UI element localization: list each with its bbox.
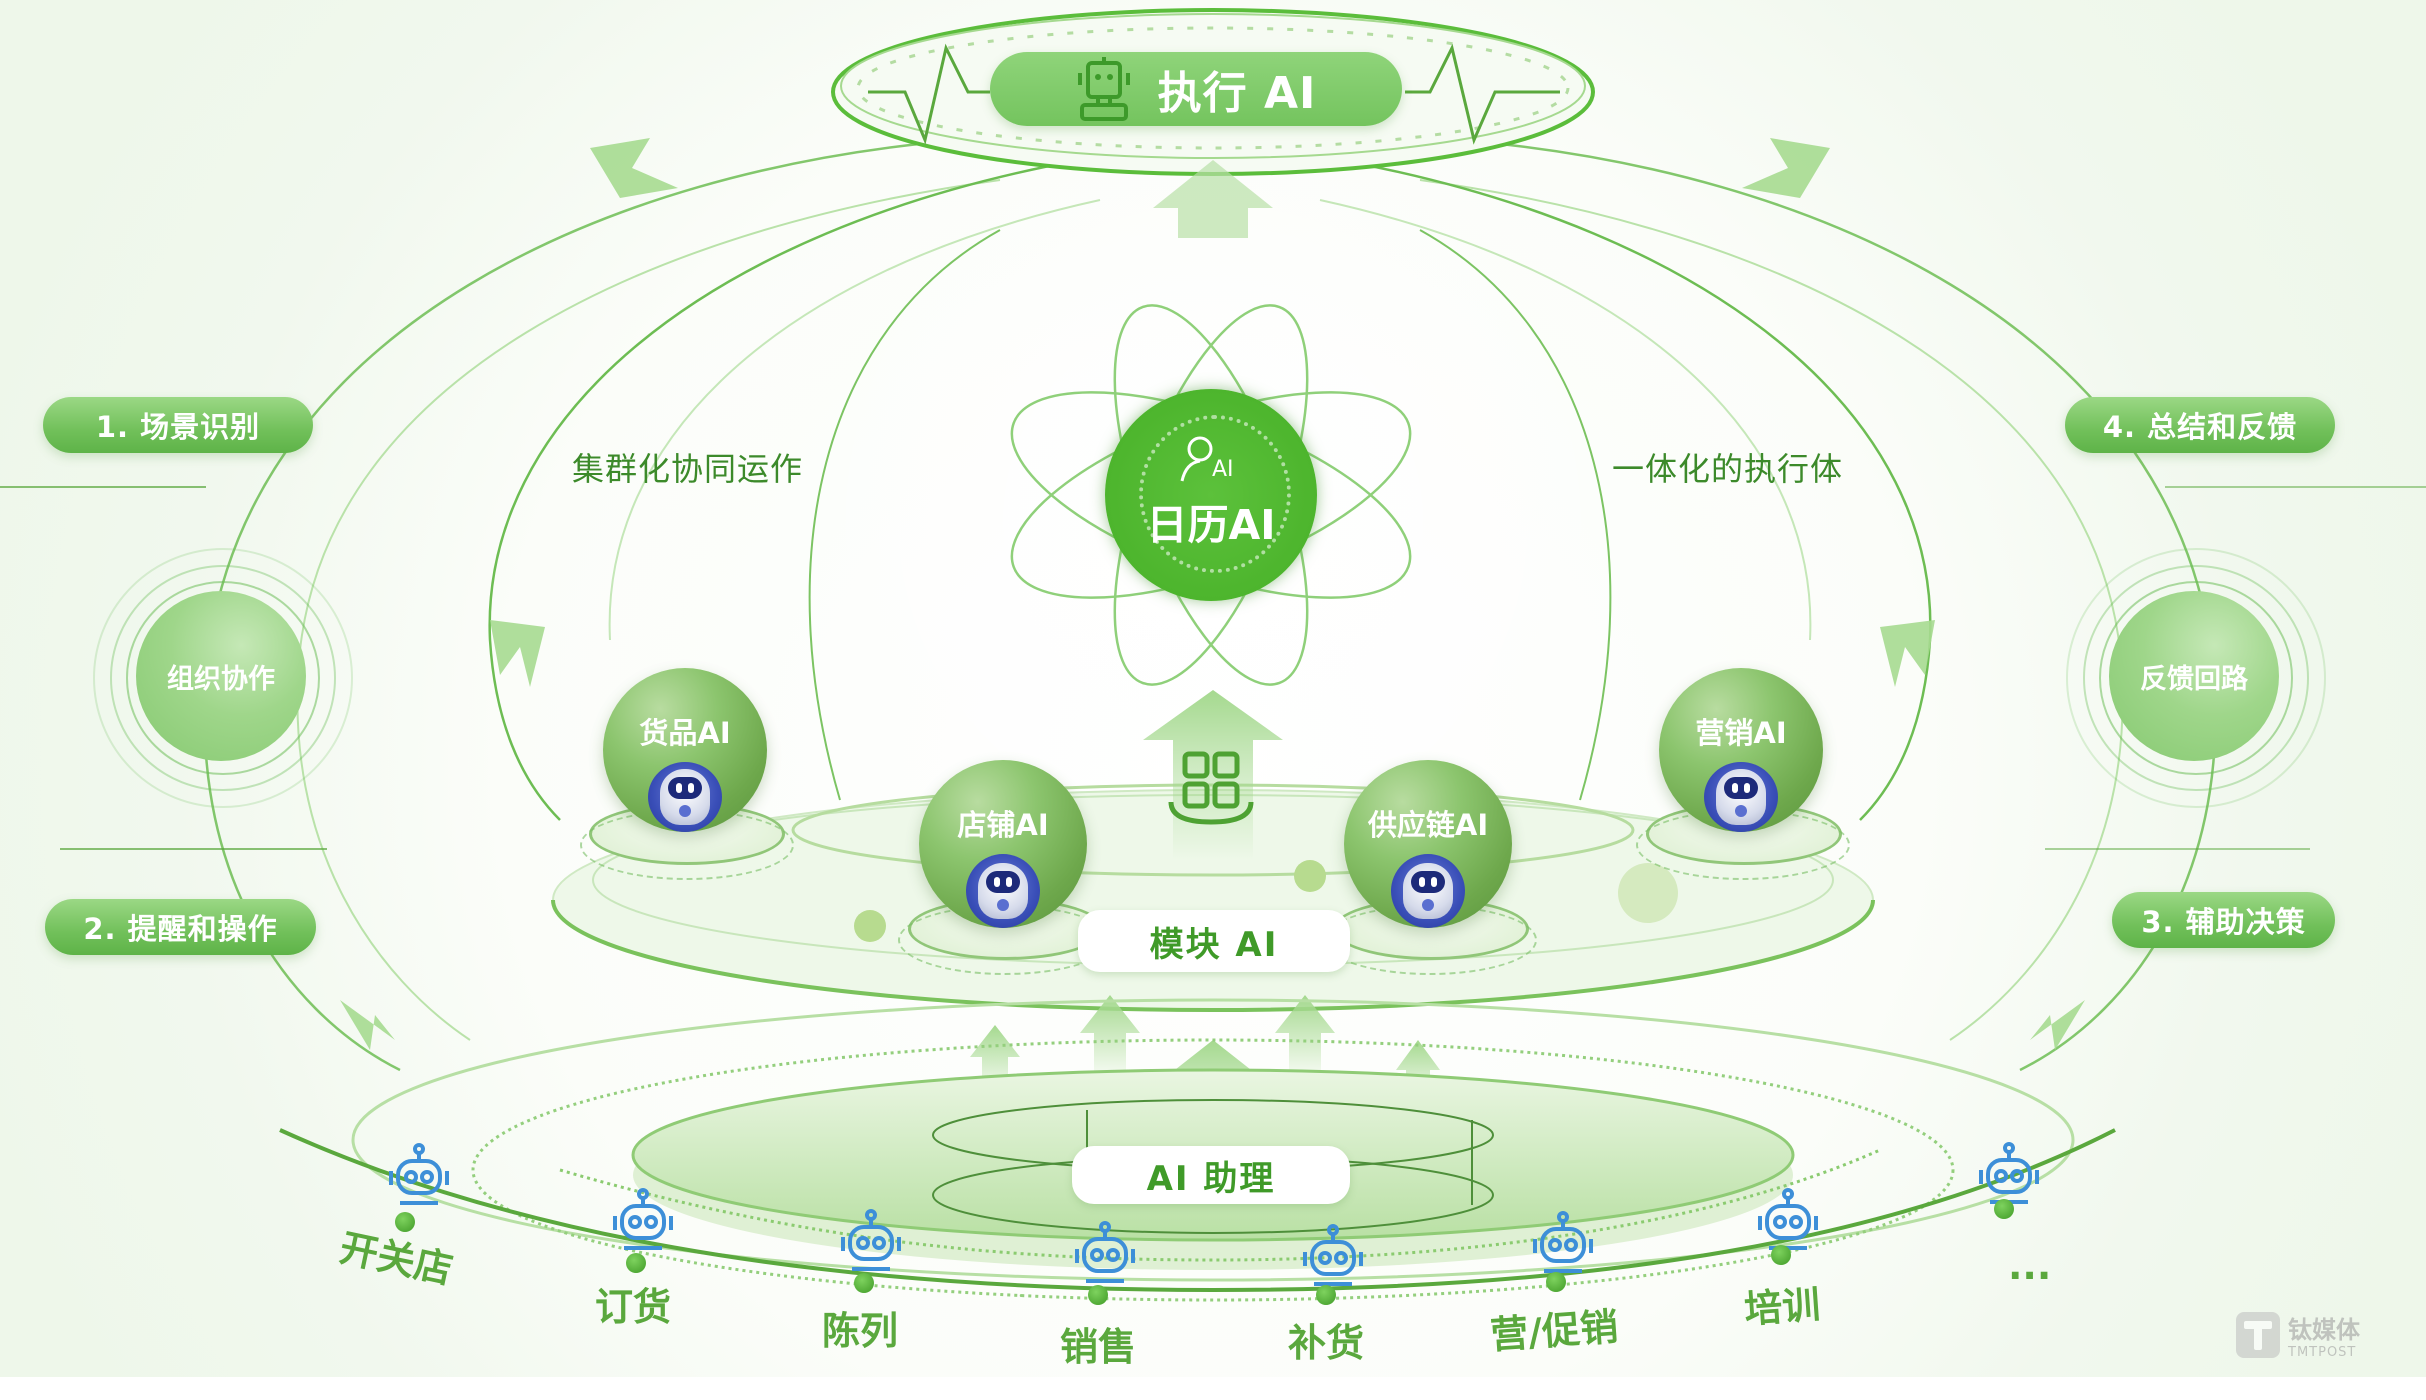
execution-ai-label: 执行 AI bbox=[1157, 68, 1317, 119]
watermark-brand: 钛媒体 bbox=[2288, 1316, 2360, 1344]
scenario-node-dot bbox=[626, 1253, 646, 1273]
chevron-arrow-icon bbox=[590, 138, 678, 198]
step-2-label: 2. 提醒和操作 bbox=[83, 912, 278, 946]
assistant-robot-icon bbox=[1532, 1211, 1594, 1277]
assistant-robot-icon bbox=[1074, 1221, 1136, 1287]
scenario-node-dot bbox=[1994, 1199, 2014, 1219]
side-node-right[interactable]: 反馈回路 bbox=[2109, 591, 2279, 761]
module-goods-ai[interactable]: 货品AI bbox=[603, 668, 767, 832]
step-1-pill[interactable]: 1. 场景识别 bbox=[43, 397, 313, 453]
user-ai-icon: AI bbox=[1176, 435, 1246, 485]
grid-apps-icon bbox=[1163, 750, 1259, 828]
scenario-node-dot bbox=[1088, 1285, 1108, 1305]
robot-avatar-icon bbox=[648, 762, 722, 832]
execution-ai-pill[interactable]: 执行 AI bbox=[990, 52, 1402, 126]
annotation-right: 一体化的执行体 bbox=[1612, 450, 1844, 488]
assistant-robot-icon bbox=[612, 1188, 674, 1254]
module-store-ai[interactable]: 店铺AI bbox=[919, 760, 1087, 928]
chevron-arrow-icon bbox=[340, 1000, 395, 1050]
watermark: 钛媒体 TMTPOST bbox=[2236, 1310, 2360, 1360]
robot-avatar-icon bbox=[1391, 854, 1465, 928]
step-2-pill[interactable]: 2. 提醒和操作 bbox=[45, 899, 316, 955]
scenario-label[interactable]: 营/促销 bbox=[1488, 1296, 1620, 1360]
assistant-robot-icon bbox=[840, 1209, 902, 1275]
module-supply-chain-ai[interactable]: 供应链AI bbox=[1344, 760, 1512, 928]
step-3-pill[interactable]: 3. 辅助决策 bbox=[2112, 892, 2335, 948]
module-label: 店铺AI bbox=[957, 808, 1049, 842]
step-1-label: 1. 场景识别 bbox=[95, 410, 261, 444]
scenario-node-dot bbox=[854, 1273, 874, 1293]
assistant-robot-icon bbox=[388, 1143, 450, 1209]
side-node-right-label: 反馈回路 bbox=[2140, 663, 2248, 695]
side-node-left-label: 组织协作 bbox=[167, 663, 275, 695]
ai-assistant-text: AI 助理 bbox=[1146, 1158, 1276, 1199]
chevron-arrow-icon bbox=[2030, 1000, 2085, 1050]
side-node-left[interactable]: 组织协作 bbox=[136, 591, 306, 761]
module-label: 供应链AI bbox=[1367, 808, 1489, 842]
scenario-label[interactable]: ... bbox=[2008, 1244, 2051, 1288]
module-label: 货品AI bbox=[639, 716, 731, 750]
calendar-ai-core[interactable]: AI 日历AI bbox=[1105, 389, 1317, 601]
scenario-node-dot bbox=[1771, 1245, 1791, 1265]
diagram-stage: 执行 AI 集群化协同运作 一体化的执行体 1. 场景识别 2. 提醒和操作 3… bbox=[0, 0, 2426, 1377]
module-ai-layer-label[interactable]: 模块 AI bbox=[1078, 910, 1350, 972]
ai-assistant-layer-label[interactable]: AI 助理 bbox=[1072, 1146, 1350, 1204]
assistant-robot-icon bbox=[1302, 1224, 1364, 1290]
chevron-arrow-icon bbox=[490, 620, 545, 687]
chevron-arrow-icon bbox=[1742, 138, 1830, 198]
scenario-node-dot bbox=[1316, 1285, 1336, 1305]
robot-avatar-icon bbox=[966, 854, 1040, 928]
module-label: 营销AI bbox=[1695, 716, 1787, 750]
step-4-label: 4. 总结和反馈 bbox=[2102, 410, 2298, 444]
module-marketing-ai[interactable]: 营销AI bbox=[1659, 668, 1823, 832]
icon-ai-text: AI bbox=[1212, 457, 1234, 482]
scenario-label[interactable]: 陈列 bbox=[822, 1300, 898, 1355]
calendar-ai-label: 日历AI bbox=[1146, 501, 1276, 549]
scenario-label[interactable]: 销售 bbox=[1060, 1316, 1136, 1371]
module-ai-text: 模块 AI bbox=[1149, 924, 1279, 965]
robot-icon bbox=[1076, 57, 1132, 121]
watermark-sub: TMTPOST bbox=[2288, 1345, 2357, 1360]
scenario-label[interactable]: 补货 bbox=[1288, 1312, 1364, 1367]
assistant-robot-icon bbox=[1757, 1188, 1819, 1254]
assistant-robot-icon bbox=[1978, 1142, 2040, 1208]
robot-avatar-icon bbox=[1704, 762, 1778, 832]
tmtpost-logo-icon bbox=[2236, 1312, 2280, 1358]
step-3-label: 3. 辅助决策 bbox=[2141, 905, 2306, 939]
scenario-label[interactable]: 培训 bbox=[1742, 1273, 1822, 1333]
annotation-left: 集群化协同运作 bbox=[572, 450, 804, 488]
scenario-node-dot bbox=[1546, 1272, 1566, 1292]
step-4-pill[interactable]: 4. 总结和反馈 bbox=[2065, 397, 2335, 453]
scenario-label[interactable]: 订货 bbox=[595, 1276, 671, 1331]
